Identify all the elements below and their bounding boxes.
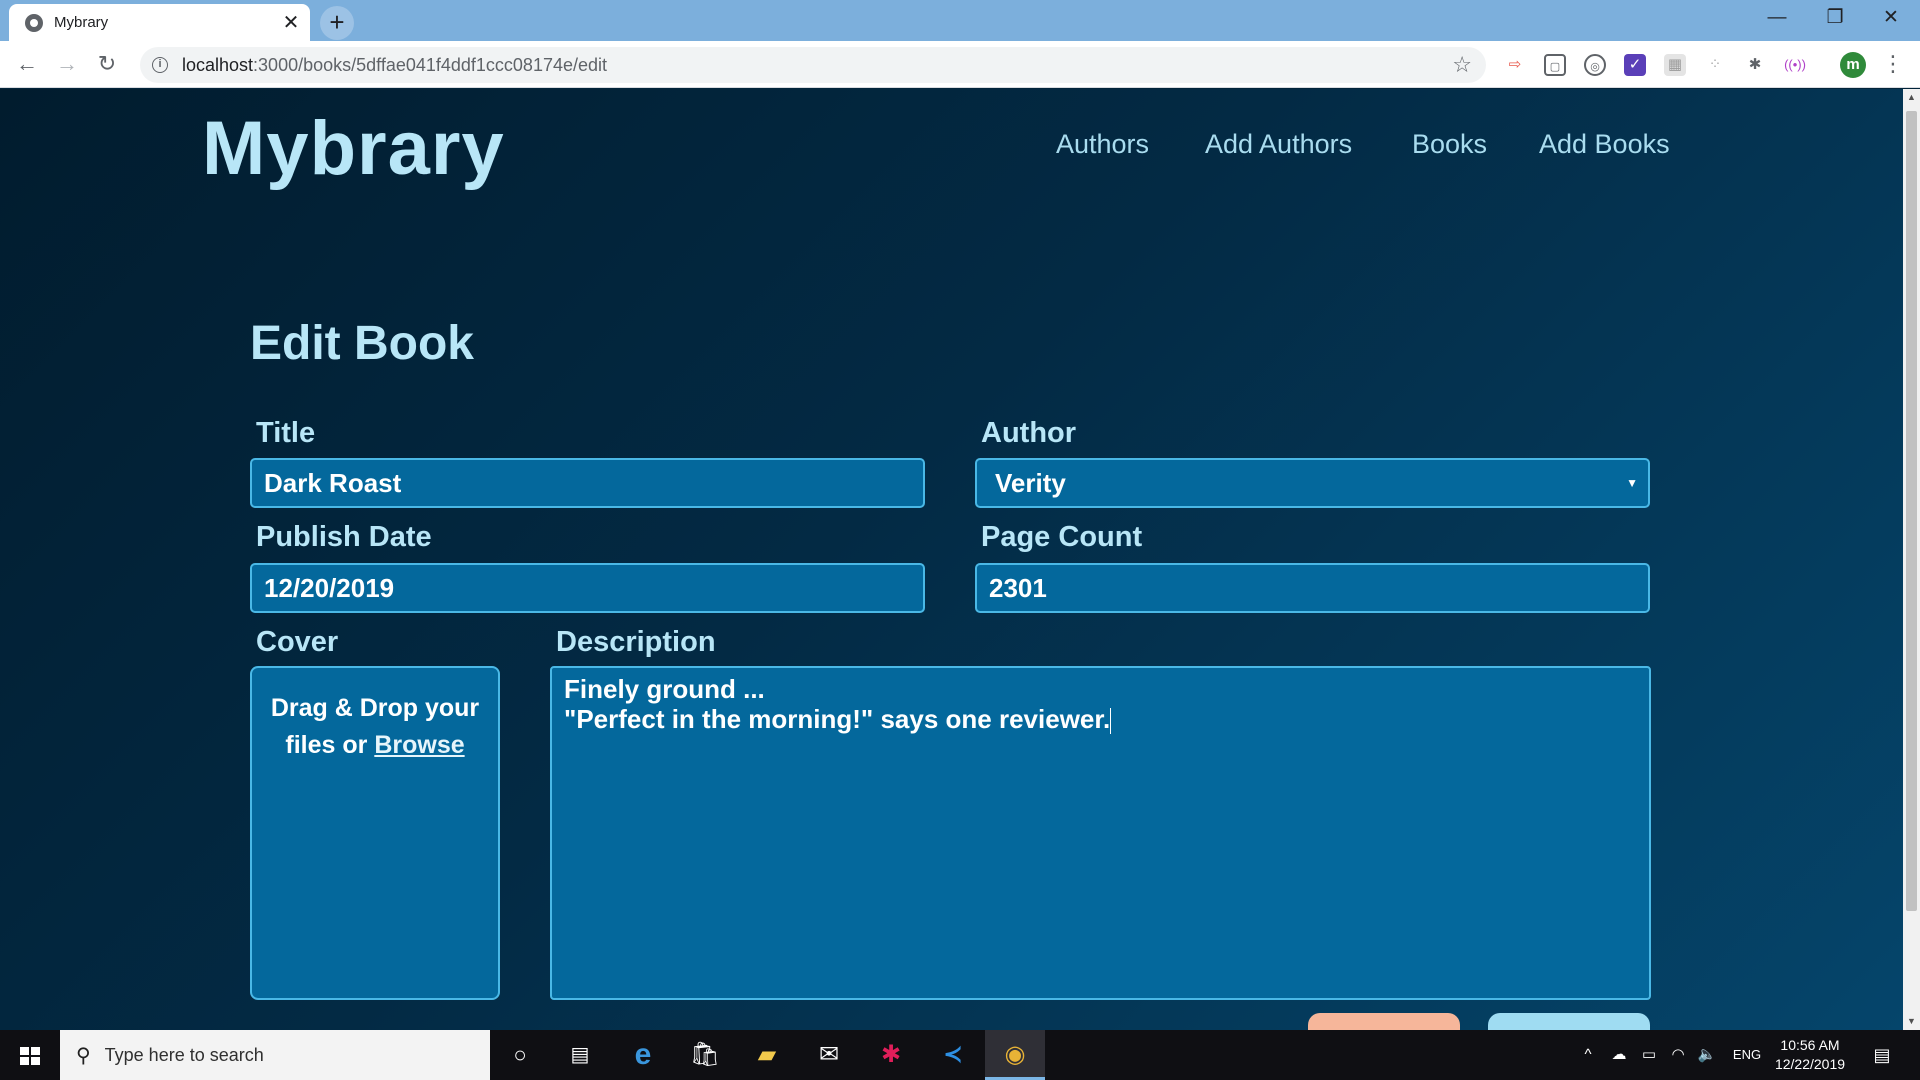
cover-label: Cover <box>256 626 339 658</box>
title-input[interactable]: Dark Roast <box>250 458 925 508</box>
file-explorer-icon[interactable]: ▰ <box>737 1030 797 1080</box>
description-line-2: "Perfect in the morning!" says one revie… <box>564 704 1111 734</box>
description-line-1: Finely ground ... <box>564 674 765 704</box>
browse-link[interactable]: Browse <box>374 731 464 759</box>
page-count-label: Page Count <box>981 521 1143 553</box>
clock-time: 10:56 AM <box>1780 1037 1840 1053</box>
volume-icon[interactable]: 🔈 <box>1695 1030 1719 1080</box>
extension-screenshot-icon[interactable]: ▢ <box>1544 54 1566 76</box>
info-icon[interactable]: i <box>152 57 168 73</box>
extension-grid-icon[interactable]: ▦ <box>1664 54 1686 76</box>
extension-compass-icon[interactable]: ◎ <box>1584 54 1606 76</box>
nav-add-books[interactable]: Add Books <box>1539 129 1670 160</box>
edge-icon[interactable]: e <box>613 1030 673 1080</box>
text-cursor <box>1110 708 1112 735</box>
description-textarea[interactable]: Finely ground ... "Perfect in the mornin… <box>550 666 1651 1000</box>
slack-icon[interactable]: ✱ <box>861 1030 921 1080</box>
page-count-input[interactable]: 2301 <box>975 563 1650 613</box>
nav-add-authors[interactable]: Add Authors <box>1205 129 1352 160</box>
browser-toolbar: ← → ↻ i localhost:3000/books/5dffae041f4… <box>0 41 1920 88</box>
profile-avatar[interactable]: m <box>1840 52 1866 78</box>
nav-authors[interactable]: Authors <box>1056 129 1149 160</box>
site-logo[interactable]: Mybrary <box>202 105 505 192</box>
onedrive-icon[interactable]: ☁ <box>1607 1030 1631 1080</box>
minimize-button[interactable]: — <box>1748 0 1806 38</box>
close-window-button[interactable]: ✕ <box>1862 0 1920 38</box>
cover-dropzone[interactable]: Drag & Drop your files or Browse <box>250 666 500 1000</box>
browser-menu-icon[interactable]: ⋮ <box>1882 51 1904 77</box>
browser-tab[interactable]: Mybrary ✕ <box>9 4 310 41</box>
extension-broadcast-icon[interactable]: ((•)) <box>1784 54 1806 76</box>
scroll-up-arrow-icon[interactable]: ▲ <box>1903 89 1920 106</box>
address-bar[interactable]: i localhost:3000/books/5dffae041f4ddf1cc… <box>140 47 1486 83</box>
extensions-puzzle-icon[interactable]: ✱ <box>1744 54 1766 76</box>
description-label: Description <box>556 626 716 658</box>
author-selected-value: Verity <box>995 468 1066 498</box>
forward-arrow-icon[interactable]: → <box>50 47 84 81</box>
globe-icon <box>25 13 43 32</box>
tab-title: Mybrary <box>54 14 109 31</box>
extension-dots-icon[interactable]: ⁘ <box>1704 54 1726 76</box>
tab-close-icon[interactable]: ✕ <box>276 10 306 35</box>
chrome-icon[interactable]: ◉ <box>985 1030 1045 1080</box>
start-button[interactable] <box>0 1030 60 1080</box>
mail-icon[interactable]: ✉ <box>799 1030 859 1080</box>
store-icon[interactable]: 🛍 <box>675 1030 735 1080</box>
wifi-icon[interactable]: ◠ <box>1666 1030 1690 1080</box>
url-text: localhost:3000/books/5dffae041f4ddf1ccc0… <box>182 54 608 75</box>
search-placeholder: Type here to search <box>104 1044 264 1065</box>
notifications-icon[interactable]: ▤ <box>1864 1030 1900 1080</box>
vscode-icon[interactable]: ≺ <box>923 1030 983 1080</box>
task-view-icon[interactable]: ▤ <box>550 1030 610 1080</box>
show-hidden-icons-icon[interactable]: ^ <box>1578 1030 1598 1080</box>
reload-icon[interactable]: ↻ <box>90 47 124 81</box>
battery-icon[interactable]: ▭ <box>1637 1030 1661 1080</box>
extension-check-icon[interactable]: ✓ <box>1624 54 1646 76</box>
page-content: Mybrary Authors Add Authors Books Add Bo… <box>0 89 1903 1030</box>
bookmark-star-icon[interactable]: ☆ <box>1452 52 1472 78</box>
taskbar-search-box[interactable]: ⚲ Type here to search <box>60 1030 490 1080</box>
windows-taskbar: ⚲ Type here to search ○ ▤ e 🛍 ▰ ✉ ✱ ≺ ◉ … <box>0 1030 1920 1080</box>
page-scrollbar[interactable]: ▲ ▼ <box>1903 89 1920 1030</box>
language-indicator[interactable]: ENG <box>1727 1030 1767 1080</box>
update-button[interactable] <box>1488 1013 1650 1030</box>
search-icon: ⚲ <box>76 1044 91 1067</box>
new-tab-button[interactable]: + <box>320 6 354 40</box>
browser-titlebar: Mybrary ✕ + — ❐ ✕ <box>0 0 1920 41</box>
dropdown-arrow-icon: ▼ <box>1626 476 1638 490</box>
scroll-down-arrow-icon[interactable]: ▼ <box>1903 1013 1920 1030</box>
extension-cast-icon[interactable]: ⇨ <box>1504 54 1526 76</box>
page-title: Edit Book <box>250 317 474 370</box>
clock-date: 12/22/2019 <box>1774 1056 1846 1072</box>
back-arrow-icon[interactable]: ← <box>10 47 44 81</box>
title-label: Title <box>256 417 316 449</box>
windows-logo-icon <box>20 1047 40 1065</box>
author-label: Author <box>981 417 1077 449</box>
scrollbar-thumb[interactable] <box>1906 111 1917 911</box>
system-clock[interactable]: 10:56 AM 12/22/2019 <box>1770 1036 1850 1074</box>
author-select[interactable]: Verity ▼ <box>975 458 1650 508</box>
cancel-button[interactable] <box>1308 1013 1460 1030</box>
publish-date-input[interactable]: 12/20/2019 <box>250 563 925 613</box>
publish-date-label: Publish Date <box>256 521 432 553</box>
nav-books[interactable]: Books <box>1412 129 1487 160</box>
restore-button[interactable]: ❐ <box>1806 0 1864 38</box>
cortana-icon[interactable]: ○ <box>490 1030 550 1080</box>
